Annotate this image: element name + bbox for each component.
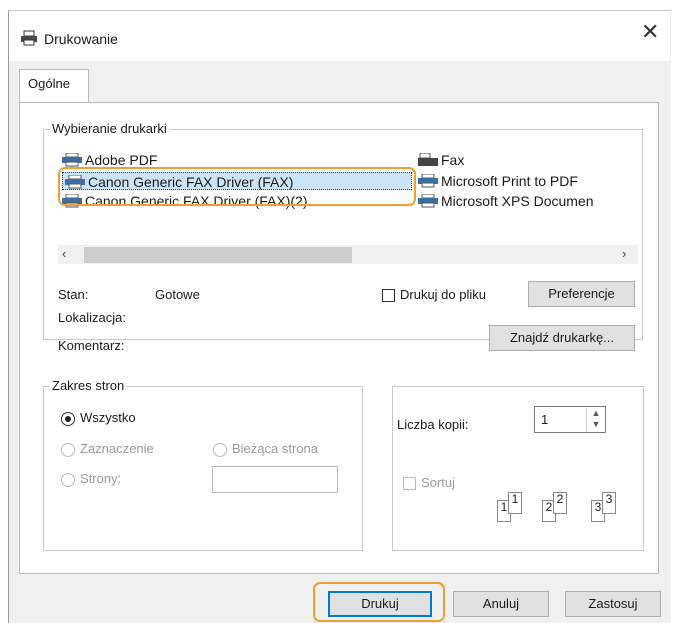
scroll-left-icon[interactable]: ‹ bbox=[62, 246, 66, 261]
printer-item-fax[interactable]: Fax bbox=[418, 151, 464, 169]
spinner-arrows-icon[interactable]: ▲ ▼ bbox=[586, 408, 605, 431]
comment-label: Komentarz: bbox=[58, 338, 125, 353]
location-label: Lokalizacja: bbox=[58, 310, 126, 325]
printer-label: Adobe PDF bbox=[85, 152, 158, 168]
printer-item-ms-pdf[interactable]: Microsoft Print to PDF bbox=[418, 172, 578, 190]
apply-button[interactable]: Zastosuj bbox=[565, 591, 661, 617]
scroll-right-icon[interactable]: › bbox=[622, 246, 626, 261]
status-label: Stan: bbox=[58, 287, 89, 302]
radio-current-page[interactable] bbox=[213, 443, 227, 457]
page-number: 1 bbox=[511, 492, 519, 506]
radio-selection[interactable] bbox=[61, 443, 75, 457]
printer-icon bbox=[418, 173, 438, 192]
find-printer-button[interactable]: Znajdź drukarkę... bbox=[489, 325, 635, 351]
copies-input[interactable]: 1 ▲ ▼ bbox=[534, 406, 606, 433]
printer-icon bbox=[20, 30, 38, 49]
print-to-file-label: Drukuj do pliku bbox=[400, 287, 486, 302]
pages-input[interactable] bbox=[212, 466, 338, 493]
cancel-button[interactable]: Anuluj bbox=[453, 591, 549, 617]
page-number: 2 bbox=[545, 500, 553, 514]
page-number: 3 bbox=[594, 500, 602, 514]
radio-selection-label: Zaznaczenie bbox=[80, 441, 154, 456]
printer-icon bbox=[418, 193, 438, 210]
printer-item-ms-xps[interactable]: Microsoft XPS Documen bbox=[418, 192, 640, 210]
radio-current-page-label: Bieżąca strona bbox=[232, 441, 318, 456]
radio-pages[interactable] bbox=[61, 473, 75, 487]
print-to-file-checkbox[interactable] bbox=[382, 289, 395, 302]
fax-icon bbox=[418, 152, 438, 171]
tab-general[interactable]: Ogólne bbox=[19, 69, 89, 103]
preferences-button[interactable]: Preferencje bbox=[528, 281, 635, 307]
printer-label: Fax bbox=[441, 152, 465, 168]
collate-checkbox[interactable] bbox=[403, 477, 416, 490]
page-number: 1 bbox=[500, 500, 508, 514]
radio-all-label: Wszystko bbox=[80, 410, 136, 425]
close-icon[interactable]: ✕ bbox=[641, 22, 659, 44]
printer-group-label: Wybieranie drukarki bbox=[50, 121, 169, 136]
printer-label: Microsoft XPS Documen bbox=[441, 193, 594, 209]
copies-group bbox=[392, 386, 644, 551]
scrollbar-thumb[interactable] bbox=[84, 247, 352, 263]
copies-label: Liczba kopii: bbox=[397, 417, 469, 432]
radio-selected-dot bbox=[65, 416, 71, 422]
status-value: Gotowe bbox=[155, 287, 200, 302]
page-number: 3 bbox=[605, 492, 613, 506]
selected-printer-highlight bbox=[58, 167, 416, 206]
radio-all[interactable] bbox=[61, 412, 75, 426]
print-button-highlight bbox=[313, 582, 445, 622]
collate-label: Sortuj bbox=[421, 475, 455, 490]
page-number: 2 bbox=[556, 492, 564, 506]
window-title: Drukowanie bbox=[44, 31, 118, 47]
copies-value: 1 bbox=[541, 412, 549, 427]
printer-label: Microsoft Print to PDF bbox=[441, 173, 578, 189]
page-range-label: Zakres stron bbox=[50, 378, 127, 393]
radio-pages-label: Strony: bbox=[80, 471, 122, 486]
